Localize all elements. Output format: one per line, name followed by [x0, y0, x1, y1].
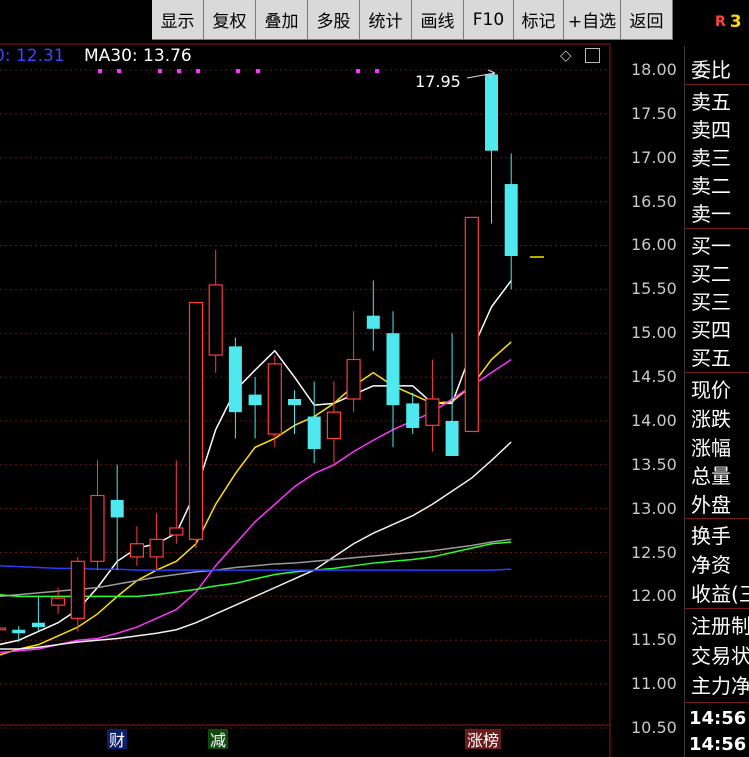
candle-down — [386, 333, 400, 406]
outer-volume-label: 外盘 — [691, 493, 731, 517]
candle-down — [445, 420, 459, 457]
candle-down — [12, 629, 26, 634]
candle-down — [485, 74, 498, 151]
candle-up — [208, 284, 223, 356]
sell-2-label: 卖二 — [691, 174, 731, 198]
weibi-label: 委比 — [691, 58, 731, 82]
main-force-label: 主力净 — [691, 674, 749, 698]
buy-5-label: 买五 — [691, 346, 731, 370]
panel-divider — [685, 608, 749, 609]
price-tick-label: 12.50 — [631, 542, 677, 562]
price-tick-label: 17.00 — [631, 147, 677, 167]
candle-down — [248, 394, 262, 406]
change-label: 涨跌 — [691, 407, 731, 431]
candle-down — [366, 315, 380, 329]
candle-up — [346, 358, 361, 400]
candle-up — [169, 527, 184, 536]
current-price-label: 现价 — [691, 378, 731, 402]
candle-up — [70, 560, 85, 619]
price-tick-label: 16.00 — [631, 235, 677, 255]
buy-4-label: 买四 — [691, 318, 731, 342]
buy-1-label: 买一 — [691, 234, 731, 258]
signal-dot — [196, 69, 200, 73]
price-tick-label: 15.50 — [631, 279, 677, 299]
signal-dot — [117, 69, 121, 73]
panel-divider — [685, 518, 749, 519]
peak-price-label: 17.95 — [415, 72, 461, 91]
trade-time: 14:56 — [689, 708, 747, 729]
signal-dot — [375, 69, 379, 73]
earnings-label: 收益(三 — [691, 582, 749, 606]
price-tick-label: 14.50 — [631, 367, 677, 387]
price-tick-label: 10.50 — [631, 718, 677, 737]
price-tick-label: 15.00 — [631, 323, 677, 343]
candles — [0, 74, 518, 643]
candle-up — [149, 538, 164, 558]
price-tick-label: 14.00 — [631, 410, 677, 430]
panel-divider — [685, 228, 749, 229]
candle-up — [0, 627, 7, 631]
net-assets-label: 净资 — [691, 553, 731, 577]
candle-down — [110, 499, 124, 518]
signal-dot — [256, 69, 260, 73]
buy-2-label: 买二 — [691, 262, 731, 286]
quote-panel: 委比 卖五 卖四 卖三 卖二 卖一 买一 买二 买三 买四 买五 现价 涨跌 涨… — [684, 46, 749, 757]
panel-divider — [685, 702, 749, 703]
price-tick-label: 18.00 — [631, 60, 677, 79]
ma-value-left: 0: 12.31 — [0, 46, 65, 66]
rise-ranking-badge[interactable]: 涨榜 — [465, 729, 502, 750]
sell-1-label: 卖一 — [691, 202, 731, 226]
price-tick-label: 17.50 — [631, 103, 677, 123]
candle-up — [267, 363, 282, 435]
price-tick-label: 13.00 — [631, 498, 677, 518]
registration-label: 注册制 — [691, 614, 749, 638]
price-tick-label: 12.00 — [631, 586, 677, 606]
candle-up — [326, 411, 341, 440]
candle-up — [425, 398, 440, 426]
change-pct-label: 涨幅 — [691, 436, 731, 460]
price-tick-label: 11.50 — [631, 630, 677, 650]
signal-dot — [98, 69, 102, 73]
candle-up — [188, 301, 204, 540]
candle-up — [50, 597, 66, 606]
panel-toggle-icon[interactable] — [585, 48, 600, 63]
trade-status-label: 交易状 — [691, 644, 749, 668]
trade-time: 14:56 — [689, 734, 747, 755]
signal-dot — [158, 69, 162, 73]
diamond-icon[interactable]: ◇ — [560, 48, 574, 63]
candle-down — [504, 184, 518, 256]
price-tick-label: 11.00 — [631, 674, 677, 694]
panel-divider — [685, 372, 749, 373]
candle-down — [228, 346, 242, 413]
sell-3-label: 卖三 — [691, 146, 731, 170]
reduce-holding-badge[interactable]: 减 — [208, 729, 229, 750]
candle-up — [129, 543, 144, 558]
candle-down — [307, 416, 321, 450]
panel-divider — [685, 84, 749, 85]
volume-label: 总量 — [691, 464, 731, 488]
candle-down — [406, 403, 420, 428]
turnover-label: 换手 — [691, 524, 731, 548]
candle-up — [90, 494, 105, 562]
candle-down — [31, 622, 45, 628]
sell-4-label: 卖四 — [691, 118, 731, 142]
sell-5-label: 卖五 — [691, 90, 731, 114]
buy-3-label: 买三 — [691, 290, 731, 314]
finance-event-badge[interactable]: 财 — [107, 729, 128, 750]
signal-dot — [236, 69, 240, 73]
price-tick-label: 13.50 — [631, 454, 677, 474]
chart-grid — [0, 69, 610, 729]
ma30-value: MA30: 13.76 — [84, 46, 192, 66]
candle-down — [288, 399, 301, 406]
signal-dot — [177, 69, 181, 73]
price-tick-label: 16.50 — [631, 191, 677, 211]
signal-dot — [356, 69, 360, 73]
candle-up — [464, 216, 479, 433]
